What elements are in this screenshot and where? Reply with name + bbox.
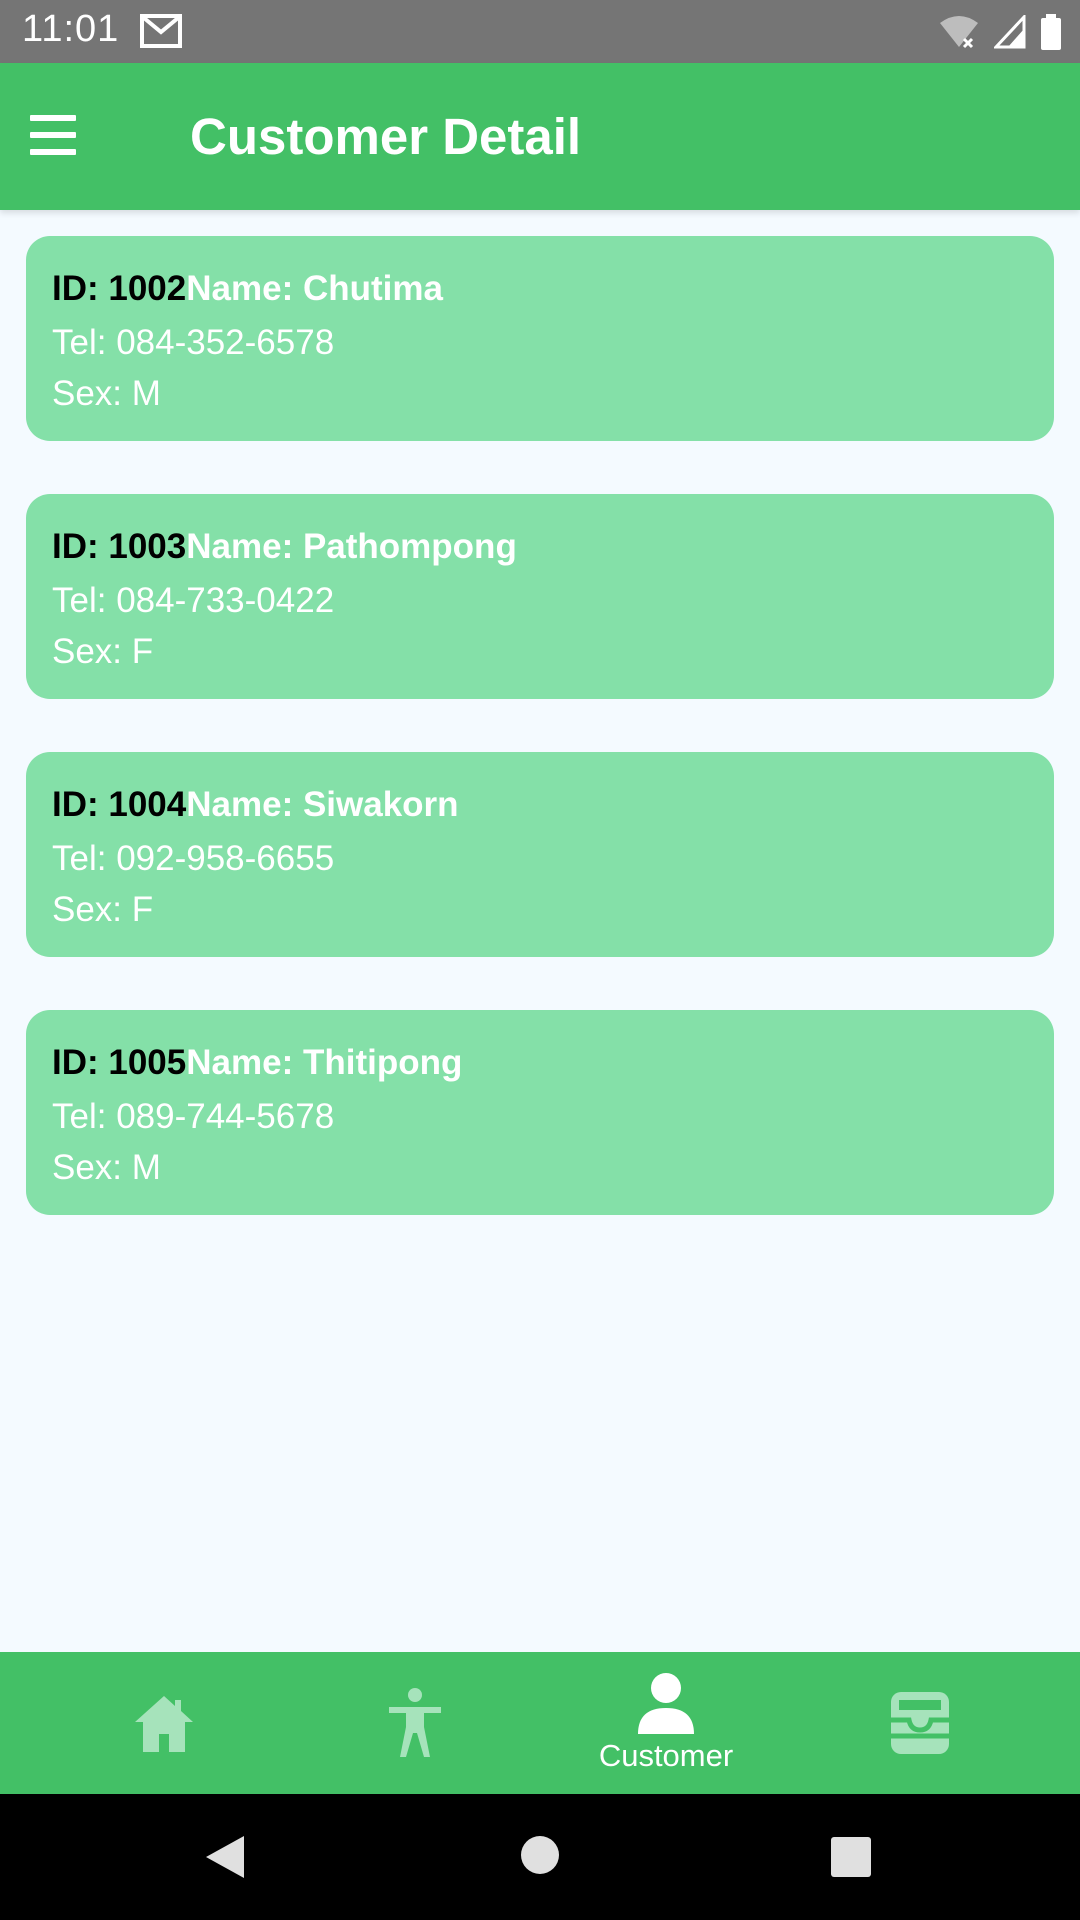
app-bar: Customer Detail xyxy=(0,63,1080,210)
wifi-icon xyxy=(940,16,978,49)
customer-card[interactable]: ID: 1005Name: Thitipong Tel: 089-744-567… xyxy=(26,1010,1054,1215)
nav-customer[interactable]: Customer xyxy=(566,1652,766,1794)
customer-card[interactable]: ID: 1003Name: Pathompong Tel: 084-733-04… xyxy=(26,494,1054,699)
accessibility-icon xyxy=(389,1688,441,1757)
person-icon xyxy=(638,1673,694,1734)
customer-header: ID: 1004Name: Siwakorn xyxy=(52,782,1028,828)
customer-card[interactable]: ID: 1004Name: Siwakorn Tel: 092-958-6655… xyxy=(26,752,1054,957)
customer-sex: Sex: M xyxy=(52,374,161,413)
customer-sex: Sex: M xyxy=(52,1148,161,1187)
customer-id: ID: 1002 xyxy=(52,269,187,308)
customer-name: Name: Pathompong xyxy=(186,527,517,566)
nav-home[interactable] xyxy=(64,1652,264,1794)
customer-name: Name: Thitipong xyxy=(186,1043,463,1082)
customer-header: ID: 1005Name: Thitipong xyxy=(52,1040,1028,1086)
customer-card[interactable]: ID: 1002Name: Chutima Tel: 084-352-6578 … xyxy=(26,236,1054,441)
customer-id: ID: 1004 xyxy=(52,785,187,824)
status-time: 11:01 xyxy=(22,8,120,50)
customer-name: Name: Chutima xyxy=(186,269,443,308)
nav-customer-label: Customer xyxy=(598,1738,734,1773)
system-navigation-bar xyxy=(0,1794,1080,1920)
customer-header: ID: 1003Name: Pathompong xyxy=(52,524,1028,570)
home-icon xyxy=(135,1696,193,1752)
bottom-navigation: Customer xyxy=(0,1652,1080,1794)
nav-accessibility[interactable] xyxy=(315,1652,515,1794)
battery-icon xyxy=(1041,14,1061,50)
customer-sex: Sex: F xyxy=(52,632,154,671)
nav-inbox[interactable] xyxy=(820,1652,1020,1794)
menu-icon[interactable] xyxy=(30,115,76,155)
customer-tel: Tel: 092-958-6655 xyxy=(52,839,335,878)
signal-icon xyxy=(994,15,1026,49)
customer-tel: Tel: 089-744-5678 xyxy=(52,1097,335,1136)
status-icons xyxy=(938,12,1062,52)
status-bar: 11:01 xyxy=(0,0,1080,63)
customer-id: ID: 1003 xyxy=(52,527,187,566)
customer-header: ID: 1002Name: Chutima xyxy=(52,266,1028,312)
page-title: Customer Detail xyxy=(190,108,582,165)
customer-tel: Tel: 084-733-0422 xyxy=(52,581,335,620)
customer-sex: Sex: F xyxy=(52,890,154,929)
gmail-notification-icon xyxy=(140,14,182,48)
customer-name: Name: Siwakorn xyxy=(186,785,459,824)
customer-tel: Tel: 084-352-6578 xyxy=(52,323,335,362)
home-button-icon[interactable] xyxy=(519,1834,561,1876)
inbox-icon xyxy=(891,1692,949,1754)
customer-id: ID: 1005 xyxy=(52,1043,187,1082)
back-icon[interactable] xyxy=(204,1834,246,1880)
recents-icon[interactable] xyxy=(831,1837,871,1877)
customer-list: ID: 1002Name: Chutima Tel: 084-352-6578 … xyxy=(26,236,1054,1268)
